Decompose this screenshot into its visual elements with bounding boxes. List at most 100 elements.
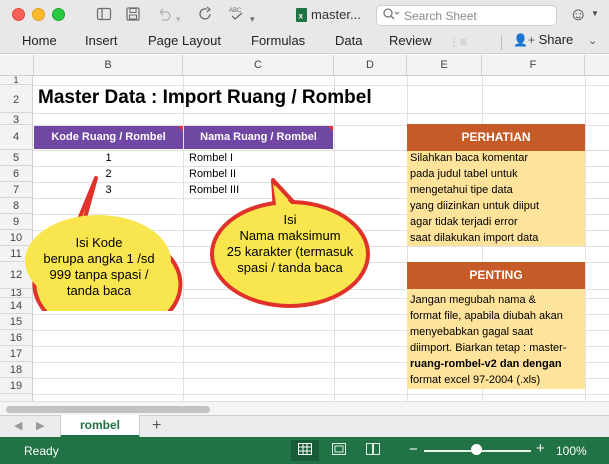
tab-formulas[interactable]: Formulas xyxy=(251,33,305,48)
row-header-17[interactable]: 17 xyxy=(0,346,33,362)
penting-line: ruang-rombel-v2 dan dengan xyxy=(410,358,562,370)
title-bar: ▾ ABC ▾ x master... Search Sheet ☺ ▼ xyxy=(0,0,609,32)
share-button[interactable]: 👤+ Share xyxy=(513,32,573,47)
header-nama-label: Nama Ruang / Rombel xyxy=(200,131,317,143)
perhatian-line: mengetahui tipe data xyxy=(410,184,513,196)
minimize-window-button[interactable] xyxy=(32,8,45,21)
status-ready: Ready xyxy=(24,444,59,458)
ribbon-tabs: Home Insert Page Layout Formulas Data Re… xyxy=(0,32,609,54)
gridline xyxy=(33,113,609,114)
callout-kode-text: Isi Kode berupa angka 1 /sd 999 tanpa sp… xyxy=(24,235,174,299)
row-header-16[interactable]: 16 xyxy=(0,330,33,346)
comment-indicator-icon[interactable] xyxy=(178,126,183,131)
perhatian-line: pada judul tabel untuk xyxy=(410,168,518,180)
callout-line: tanda baca xyxy=(66,283,132,298)
toolbar-more-icon[interactable]: ▾ xyxy=(250,10,255,28)
cell-nama[interactable]: Rombel I xyxy=(189,152,233,164)
sheet-title: Master Data : Import Ruang / Rombel xyxy=(38,87,372,108)
tab-page-layout[interactable]: Page Layout xyxy=(148,33,221,48)
scrollbar-thumb[interactable] xyxy=(6,406,210,413)
svg-text:ABC: ABC xyxy=(229,8,242,14)
add-person-icon: 👤+ xyxy=(513,33,535,47)
save-icon[interactable] xyxy=(125,6,141,27)
comment-indicator-icon[interactable] xyxy=(328,126,333,131)
callout-line: Isi xyxy=(283,212,297,227)
header-kode-label: Kode Ruang / Rombel xyxy=(51,131,166,143)
header-kode-ruang-rombel[interactable]: Kode Ruang / Rombel xyxy=(34,126,183,149)
cell-kode[interactable]: 1 xyxy=(34,152,183,164)
callout-line: 999 tanpa spasi / xyxy=(49,267,149,282)
zoom-level[interactable]: 100% xyxy=(556,444,587,458)
penting-header: PENTING xyxy=(407,262,585,289)
page-break-view-icon[interactable] xyxy=(359,440,387,461)
column-header-c[interactable]: C xyxy=(183,55,334,76)
select-all-corner[interactable] xyxy=(0,55,34,76)
row-header-3[interactable]: 3 xyxy=(0,113,33,126)
search-placeholder: Search Sheet xyxy=(404,9,477,23)
feedback-dropdown-icon[interactable]: ▼ xyxy=(591,9,599,18)
tab-home[interactable]: Home xyxy=(22,33,57,48)
document-title: master... xyxy=(311,7,361,22)
horizontal-scrollbar[interactable] xyxy=(0,401,609,415)
zoom-out-button[interactable]: − xyxy=(409,441,418,458)
ribbon-divider xyxy=(501,35,502,50)
sheet-tab-bar: ◀ ▶ rombel + xyxy=(0,415,609,438)
callout-line: 25 karakter (termasuk xyxy=(226,244,354,259)
row-header-4[interactable]: 4 xyxy=(0,125,33,150)
callout-line: spasi / tanda baca xyxy=(237,260,343,275)
collapse-ribbon-icon[interactable]: ⌄ xyxy=(588,34,597,47)
zoom-slider-knob[interactable] xyxy=(471,444,482,455)
penting-line: format excel 97-2004 (.xls) xyxy=(410,374,541,386)
spelling-icon[interactable]: ABC xyxy=(228,5,246,28)
penting-line: diimport. Biarkan tetap : master- xyxy=(410,342,567,354)
undo-dropdown-icon[interactable]: ▾ xyxy=(176,10,181,28)
row-header-15[interactable]: 15 xyxy=(0,314,33,330)
next-sheet-arrow-icon[interactable]: ▶ xyxy=(36,419,44,432)
column-header-d[interactable]: D xyxy=(334,55,407,76)
perhatian-header: PERHATIAN xyxy=(407,124,585,151)
row-header-2[interactable]: 2 xyxy=(0,85,33,113)
ribbon-more-icon[interactable]: ⋮≡ xyxy=(448,35,467,49)
column-header-e[interactable]: E xyxy=(407,55,482,76)
status-bar: Ready − + 100% xyxy=(0,437,609,464)
zoom-window-button[interactable] xyxy=(52,8,65,21)
prev-sheet-arrow-icon[interactable]: ◀ xyxy=(14,419,22,432)
row-header-18[interactable]: 18 xyxy=(0,362,33,378)
row-header-5[interactable]: 5 xyxy=(0,150,33,166)
sidebar-icon[interactable] xyxy=(96,6,112,27)
column-header-f[interactable]: F xyxy=(482,55,585,76)
feedback-smiley-icon[interactable]: ☺ xyxy=(569,4,587,25)
callout-line: Isi Kode xyxy=(75,235,123,250)
row-header-19[interactable]: 19 xyxy=(0,378,33,394)
svg-text:x: x xyxy=(299,12,304,21)
perhatian-line: Silahkan baca komentar xyxy=(410,152,529,164)
penting-line: menyebabkan gagal saat xyxy=(410,326,533,338)
row-header-1[interactable]: 1 xyxy=(0,76,33,85)
undo-icon[interactable] xyxy=(156,6,172,27)
perhatian-line: saat dilakukan import data xyxy=(410,232,539,244)
tab-review[interactable]: Review xyxy=(389,33,432,48)
search-sheet-field[interactable]: Search Sheet xyxy=(376,5,557,26)
column-header-b[interactable]: B xyxy=(34,55,183,76)
add-sheet-button[interactable]: + xyxy=(152,417,161,435)
callout-nama-text: Isi Nama maksimum 25 karakter (termasuk … xyxy=(210,212,370,276)
column-header-g[interactable] xyxy=(585,55,609,76)
worksheet-grid[interactable]: 1 2 3 4 5 6 7 8 9 10 11 12 13 14 15 16 1… xyxy=(0,76,609,401)
gridline xyxy=(33,394,609,395)
sheet-tab-rombel[interactable]: rombel xyxy=(60,415,140,438)
row-header-20[interactable] xyxy=(0,394,33,401)
close-window-button[interactable] xyxy=(12,8,25,21)
zoom-in-button[interactable]: + xyxy=(536,440,545,457)
tab-insert[interactable]: Insert xyxy=(85,33,118,48)
gridline xyxy=(33,85,609,86)
perhatian-line: yang diizinkan untuk diiput xyxy=(410,200,540,212)
normal-view-icon[interactable] xyxy=(291,440,319,461)
penting-line: Jangan megubah nama & xyxy=(410,294,536,306)
header-nama-ruang-rombel[interactable]: Nama Ruang / Rombel xyxy=(184,126,333,149)
page-layout-view-icon[interactable] xyxy=(325,440,353,461)
callout-line: berupa angka 1 /sd xyxy=(43,251,155,266)
redo-icon[interactable] xyxy=(198,6,214,27)
excel-window: ▾ ABC ▾ x master... Search Sheet ☺ ▼ Hom… xyxy=(0,0,609,464)
callout-line: Nama maksimum xyxy=(239,228,341,243)
tab-data[interactable]: Data xyxy=(335,33,362,48)
